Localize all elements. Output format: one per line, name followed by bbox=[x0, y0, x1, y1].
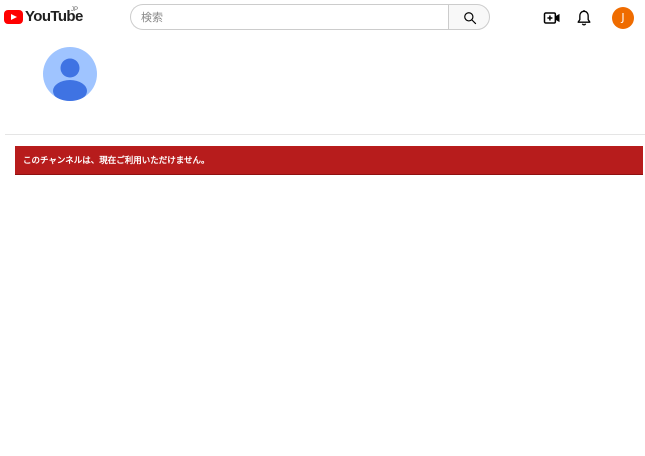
channel-avatar bbox=[43, 47, 97, 101]
bell-icon bbox=[577, 10, 591, 26]
channel-unavailable-alert: このチャンネルは、現在ご利用いただけません。 bbox=[15, 146, 643, 175]
default-avatar-icon bbox=[53, 58, 87, 101]
youtube-play-icon bbox=[4, 10, 23, 24]
youtube-logo[interactable]: YouTube JP bbox=[4, 7, 83, 25]
search-button[interactable] bbox=[448, 4, 490, 30]
create-button[interactable] bbox=[542, 8, 562, 28]
youtube-page: YouTube JP 検索 J このチャンネルは、現在ご利用いただけません。 bbox=[0, 0, 645, 456]
account-avatar[interactable]: J bbox=[612, 7, 634, 29]
search-input[interactable] bbox=[141, 8, 437, 26]
region-code: JP bbox=[71, 7, 79, 13]
search-box bbox=[130, 4, 448, 30]
masthead: YouTube JP 検索 J bbox=[0, 0, 645, 36]
account-initial: J bbox=[621, 11, 625, 24]
create-video-icon bbox=[543, 12, 560, 24]
alert-message: このチャンネルは、現在ご利用いただけません。 bbox=[23, 156, 210, 166]
notifications-button[interactable] bbox=[574, 8, 594, 28]
header-divider bbox=[5, 134, 645, 135]
search-icon bbox=[464, 12, 477, 25]
